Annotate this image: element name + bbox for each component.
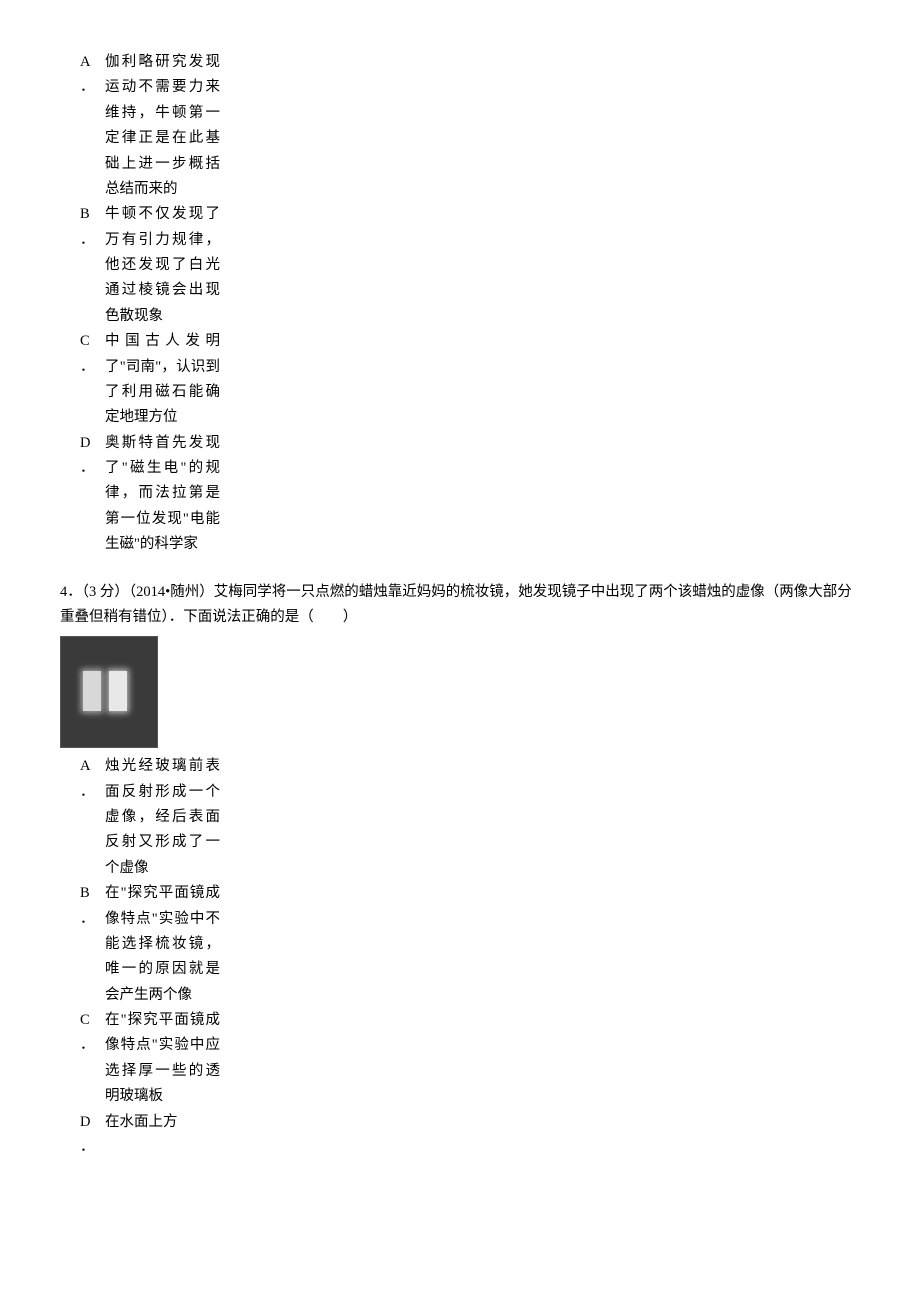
option-letter-col: B ．: [80, 202, 105, 253]
option-period: ．: [80, 456, 95, 481]
option-text: 奥斯特首先发现了"磁生电"的规律，而法拉第是第一位发现"电能生磁"的科学家: [105, 431, 220, 558]
q3-option-a: A ． 伽利略研究发现运动不需要力来维持，牛顿第一定律正是在此基础上进一步概括总…: [80, 50, 860, 202]
q4-option-b: B ． 在"探究平面镜成像特点"实验中不能选择梳妆镜，唯一的原因就是会产生两个像: [80, 881, 860, 1008]
option-letter: C: [80, 1008, 90, 1033]
q4-option-a: A ． 烛光经玻璃前表面反射形成一个虚像，经后表面反射又形成了一个虚像: [80, 754, 860, 881]
option-text: 在"探究平面镜成像特点"实验中不能选择梳妆镜，唯一的原因就是会产生两个像: [105, 881, 220, 1008]
option-letter-col: C ．: [80, 329, 105, 380]
q3-option-c: C ． 中国古人发明了"司南"，认识到了利用磁石能确定地理方位: [80, 329, 860, 431]
option-text: 中国古人发明了"司南"，认识到了利用磁石能确定地理方位: [105, 329, 220, 431]
option-letter: D: [80, 431, 90, 456]
option-period: ．: [80, 907, 95, 932]
option-text: 伽利略研究发现运动不需要力来维持，牛顿第一定律正是在此基础上进一步概括总结而来的: [105, 50, 220, 202]
option-letter-col: C ．: [80, 1008, 105, 1059]
q4-option-c: C ． 在"探究平面镜成像特点"实验中应选择厚一些的透明玻璃板: [80, 1008, 860, 1110]
q3-option-d: D ． 奥斯特首先发现了"磁生电"的规律，而法拉第是第一位发现"电能生磁"的科学…: [80, 431, 860, 558]
q4-figure-candle-mirror: [60, 636, 158, 748]
option-letter: D: [80, 1110, 90, 1135]
option-period: ．: [80, 75, 95, 100]
option-text: 烛光经玻璃前表面反射形成一个虚像，经后表面反射又形成了一个虚像: [105, 754, 220, 881]
option-period: ．: [80, 780, 95, 805]
q3-option-b: B ． 牛顿不仅发现了万有引力规律，他还发现了白光通过棱镜会出现色散现象: [80, 202, 860, 329]
option-letter-col: A ．: [80, 50, 105, 101]
option-text: 牛顿不仅发现了万有引力规律，他还发现了白光通过棱镜会出现色散现象: [105, 202, 220, 329]
option-period: ．: [80, 1135, 95, 1160]
option-letter: A: [80, 754, 90, 779]
option-period: ．: [80, 228, 95, 253]
option-period: ．: [80, 355, 95, 380]
option-letter: B: [80, 202, 90, 227]
q4-stem: 4．（3 分）（2014•随州）艾梅同学将一只点燃的蜡烛靠近妈妈的梳妆镜，她发现…: [60, 580, 860, 631]
option-letter-col: B ．: [80, 881, 105, 932]
q4-option-d: D ． 在水面上方: [80, 1110, 860, 1161]
option-period: ．: [80, 1033, 95, 1058]
option-letter-col: D ．: [80, 431, 105, 482]
option-text: 在水面上方: [105, 1110, 178, 1135]
option-text: 在"探究平面镜成像特点"实验中应选择厚一些的透明玻璃板: [105, 1008, 220, 1110]
document-page: A ． 伽利略研究发现运动不需要力来维持，牛顿第一定律正是在此基础上进一步概括总…: [0, 0, 920, 1302]
option-letter-col: D ．: [80, 1110, 105, 1161]
option-letter: C: [80, 329, 90, 354]
option-letter: B: [80, 881, 90, 906]
option-letter: A: [80, 50, 90, 75]
option-letter-col: A ．: [80, 754, 105, 805]
